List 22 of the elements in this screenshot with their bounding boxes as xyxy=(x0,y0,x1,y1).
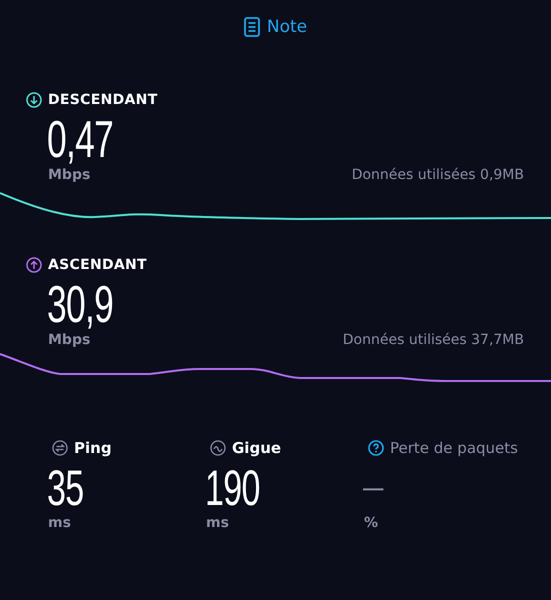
unit-label: ms xyxy=(206,515,230,531)
data-used-text: Données utilisées 0,9MB xyxy=(352,167,524,183)
document-icon xyxy=(244,17,260,37)
note-button[interactable]: Note xyxy=(244,17,308,37)
help-icon[interactable] xyxy=(368,440,384,456)
wave-icon xyxy=(210,440,226,456)
speed-label: ASCENDANT xyxy=(48,257,147,273)
unit-label: % xyxy=(364,515,380,531)
metric-label: Ping xyxy=(74,439,112,457)
unit-label: Mbps xyxy=(48,332,90,348)
speed-value: 30,9 xyxy=(47,278,114,332)
metric-label: Gigue xyxy=(232,439,282,457)
metric-label: Perte de paquets xyxy=(390,439,518,457)
metric-value: 190 xyxy=(205,461,260,515)
speed-label: DESCENDANT xyxy=(48,92,158,108)
unit-label: ms xyxy=(48,515,72,531)
unit-label: Mbps xyxy=(48,167,90,183)
metric-value: — xyxy=(363,470,383,506)
metric-value: 35 xyxy=(47,461,84,515)
ping-icon xyxy=(52,440,68,456)
speed-value: 0,47 xyxy=(47,113,114,167)
data-used-text: Données utilisées 37,7MB xyxy=(342,332,524,348)
